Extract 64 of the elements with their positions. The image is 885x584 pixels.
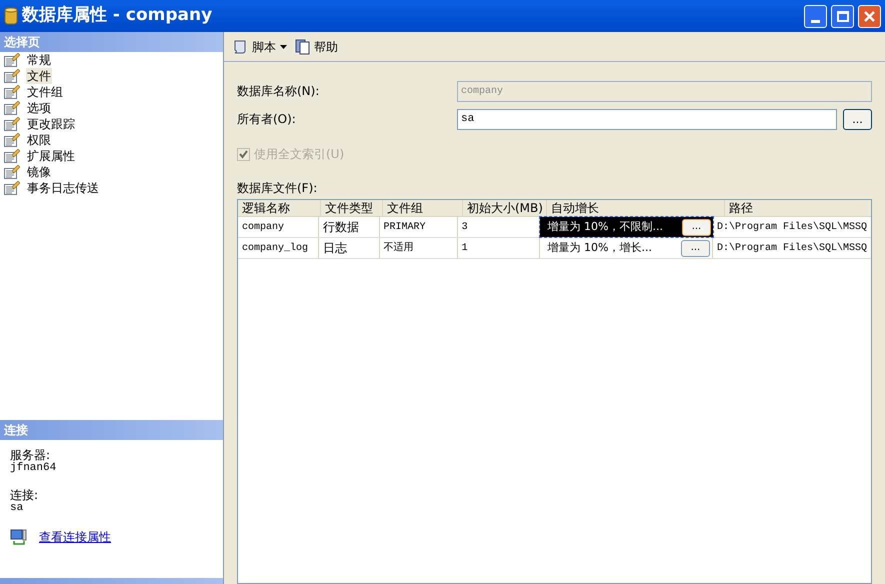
table-cell-text: D:\Program Files\SQL\MSSQ xyxy=(716,220,867,234)
autogrowth-cell[interactable]: 增量为 10%，不限制... ... xyxy=(540,217,713,237)
scroll-icon xyxy=(232,38,248,54)
database-name-label: 数据库名称(N): xyxy=(237,83,320,100)
autogrowth-browse-button[interactable]: ... xyxy=(682,218,711,236)
close-icon xyxy=(863,10,876,22)
page-item[interactable]: 镜像 xyxy=(26,164,52,180)
owner-label: 所有者(O): xyxy=(237,111,297,128)
table-cell-text: PRIMARY xyxy=(384,220,426,234)
page-icon xyxy=(4,165,20,179)
autogrowth-cell[interactable]: 增量为 10%，增长... ... xyxy=(540,238,713,258)
column-header[interactable]: 文件组 xyxy=(387,199,423,217)
page-icon xyxy=(4,101,20,115)
table-cell-text: 3 xyxy=(462,220,468,234)
column-header[interactable]: 逻辑名称 xyxy=(242,199,290,217)
minimize-button[interactable] xyxy=(804,4,827,28)
column-header[interactable]: 初始大小(MB) xyxy=(467,199,543,217)
page-item[interactable]: 文件 xyxy=(26,68,52,84)
table-cell-text: 1 xyxy=(462,242,468,256)
section-header: 选择页 xyxy=(0,32,223,52)
owner-field[interactable]: sa xyxy=(457,108,837,130)
table-cell-text: 日志 xyxy=(322,240,347,257)
connection-user: sa xyxy=(10,502,24,514)
page-item[interactable]: 事务日志传送 xyxy=(26,180,100,196)
column-header[interactable]: 自动增长 xyxy=(551,199,599,217)
database-files-label: 数据库文件(F): xyxy=(237,181,318,195)
autogrowth-browse-button[interactable]: ... xyxy=(680,240,710,256)
table-cell-text: D:\Program Files\SQL\MSSQ xyxy=(716,242,867,256)
browse-button[interactable]: ... xyxy=(843,108,872,130)
server-label: 服务器: xyxy=(10,448,52,462)
page-item[interactable]: 扩展属性 xyxy=(26,148,76,164)
page-item[interactable]: 文件组 xyxy=(26,84,64,100)
page-icon xyxy=(4,117,20,131)
script-button[interactable]: 脚本 xyxy=(232,38,287,56)
page-item[interactable]: 常规 xyxy=(26,52,52,68)
maximize-button[interactable] xyxy=(831,4,854,28)
table-cell: 不适用 xyxy=(384,240,414,256)
page-icon xyxy=(4,69,20,83)
connection-properties-link[interactable]: 查看连接属性 xyxy=(39,528,111,546)
caret-icon xyxy=(280,44,287,48)
fulltext-label: 使用全文索引(U) xyxy=(254,146,344,163)
check-icon xyxy=(239,150,248,158)
page-item[interactable]: 选项 xyxy=(26,100,52,116)
page-item[interactable]: 更改跟踪 xyxy=(26,116,76,132)
close-button[interactable] xyxy=(858,4,881,28)
page-item[interactable]: 权限 xyxy=(26,132,52,148)
table-cell-text: 行数据 xyxy=(322,219,359,236)
server-name: jfnan64 xyxy=(10,462,58,474)
section-header: 连接 xyxy=(0,420,223,440)
help-icon xyxy=(295,38,310,54)
help-button[interactable]: 帮助 xyxy=(295,38,338,56)
window-title: 数据库属性 - company xyxy=(22,4,212,28)
column-header[interactable]: 文件类型 xyxy=(325,199,373,217)
table-cell-text: company_log xyxy=(242,242,308,256)
table-cell-text: company xyxy=(242,220,284,234)
page-icon xyxy=(4,133,20,147)
page-icon xyxy=(4,181,20,195)
connection-label: 连接: xyxy=(10,488,40,502)
page-icon xyxy=(4,53,20,67)
page-icon xyxy=(4,149,20,163)
database-icon xyxy=(4,6,18,26)
page-icon xyxy=(4,85,20,99)
column-header[interactable]: 路径 xyxy=(729,199,753,217)
computer-icon xyxy=(10,528,27,546)
